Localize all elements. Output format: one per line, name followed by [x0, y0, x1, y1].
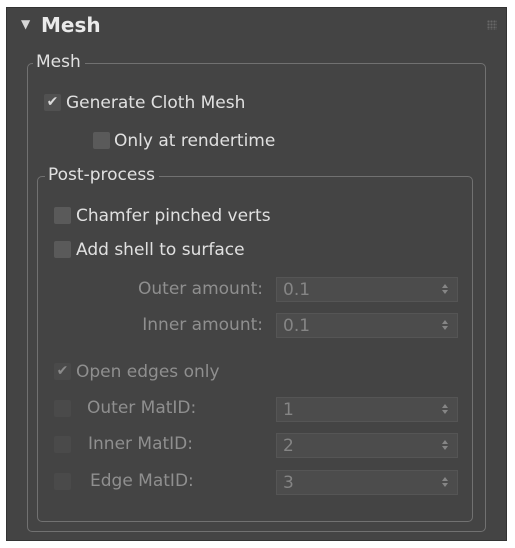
only-at-rendertime-label[interactable]: Only at rendertime	[114, 130, 275, 152]
spinner-arrows-icon[interactable]	[442, 404, 449, 415]
inner-amount-label: Inner amount:	[142, 315, 263, 335]
outer-amount-spinner[interactable]: 0.1	[276, 277, 458, 302]
outer-amount-label: Outer amount:	[138, 279, 263, 299]
edge-matid-label: Edge MatID:	[90, 471, 194, 491]
generate-cloth-mesh-label[interactable]: Generate Cloth Mesh	[66, 92, 245, 114]
add-shell-to-surface-label[interactable]: Add shell to surface	[76, 239, 245, 261]
open-edges-only-checkbox[interactable]: ✔	[54, 363, 71, 380]
outer-matid-label: Outer MatID:	[87, 398, 197, 418]
outer-matid-checkbox[interactable]	[54, 400, 71, 417]
outer-matid-value[interactable]: 1	[283, 399, 294, 421]
rollout-header[interactable]: ▼ Mesh	[7, 8, 506, 46]
add-shell-to-surface-checkbox[interactable]	[54, 241, 71, 258]
spinner-arrows-icon[interactable]	[442, 284, 449, 295]
chamfer-pinched-verts-label[interactable]: Chamfer pinched verts	[76, 205, 271, 227]
inner-amount-spinner[interactable]: 0.1	[276, 313, 458, 338]
inner-matid-checkbox[interactable]	[54, 436, 71, 453]
post-process-group-title: Post-process	[45, 164, 160, 186]
generate-cloth-mesh-checkbox[interactable]: ✔	[44, 94, 61, 111]
rollout-title[interactable]: Mesh	[41, 12, 101, 38]
mesh-group-title: Mesh	[33, 51, 85, 73]
outer-matid-spinner[interactable]: 1	[276, 397, 458, 422]
inner-matid-label: Inner MatID:	[88, 434, 193, 454]
spinner-arrows-icon[interactable]	[442, 477, 449, 488]
chamfer-pinched-verts-checkbox[interactable]	[54, 207, 71, 224]
outer-amount-value[interactable]: 0.1	[283, 279, 310, 301]
only-at-rendertime-checkbox[interactable]	[93, 132, 110, 149]
mesh-rollout-panel: ▼ Mesh Mesh ✔ Generate Cloth Mesh Only a…	[6, 7, 507, 541]
open-edges-only-label[interactable]: Open edges only	[76, 361, 220, 383]
checkmark-icon: ✔	[56, 363, 69, 379]
edge-matid-value[interactable]: 3	[283, 472, 294, 494]
edge-matid-spinner[interactable]: 3	[276, 470, 458, 495]
inner-matid-spinner[interactable]: 2	[276, 433, 458, 458]
edge-matid-checkbox[interactable]	[54, 473, 71, 490]
inner-amount-value[interactable]: 0.1	[283, 315, 310, 337]
checkmark-icon: ✔	[46, 94, 59, 110]
inner-matid-value[interactable]: 2	[283, 435, 294, 457]
spinner-arrows-icon[interactable]	[442, 440, 449, 451]
grip-dots-icon[interactable]	[487, 20, 497, 30]
spinner-arrows-icon[interactable]	[442, 320, 449, 331]
collapse-arrow-icon[interactable]: ▼	[21, 16, 30, 32]
